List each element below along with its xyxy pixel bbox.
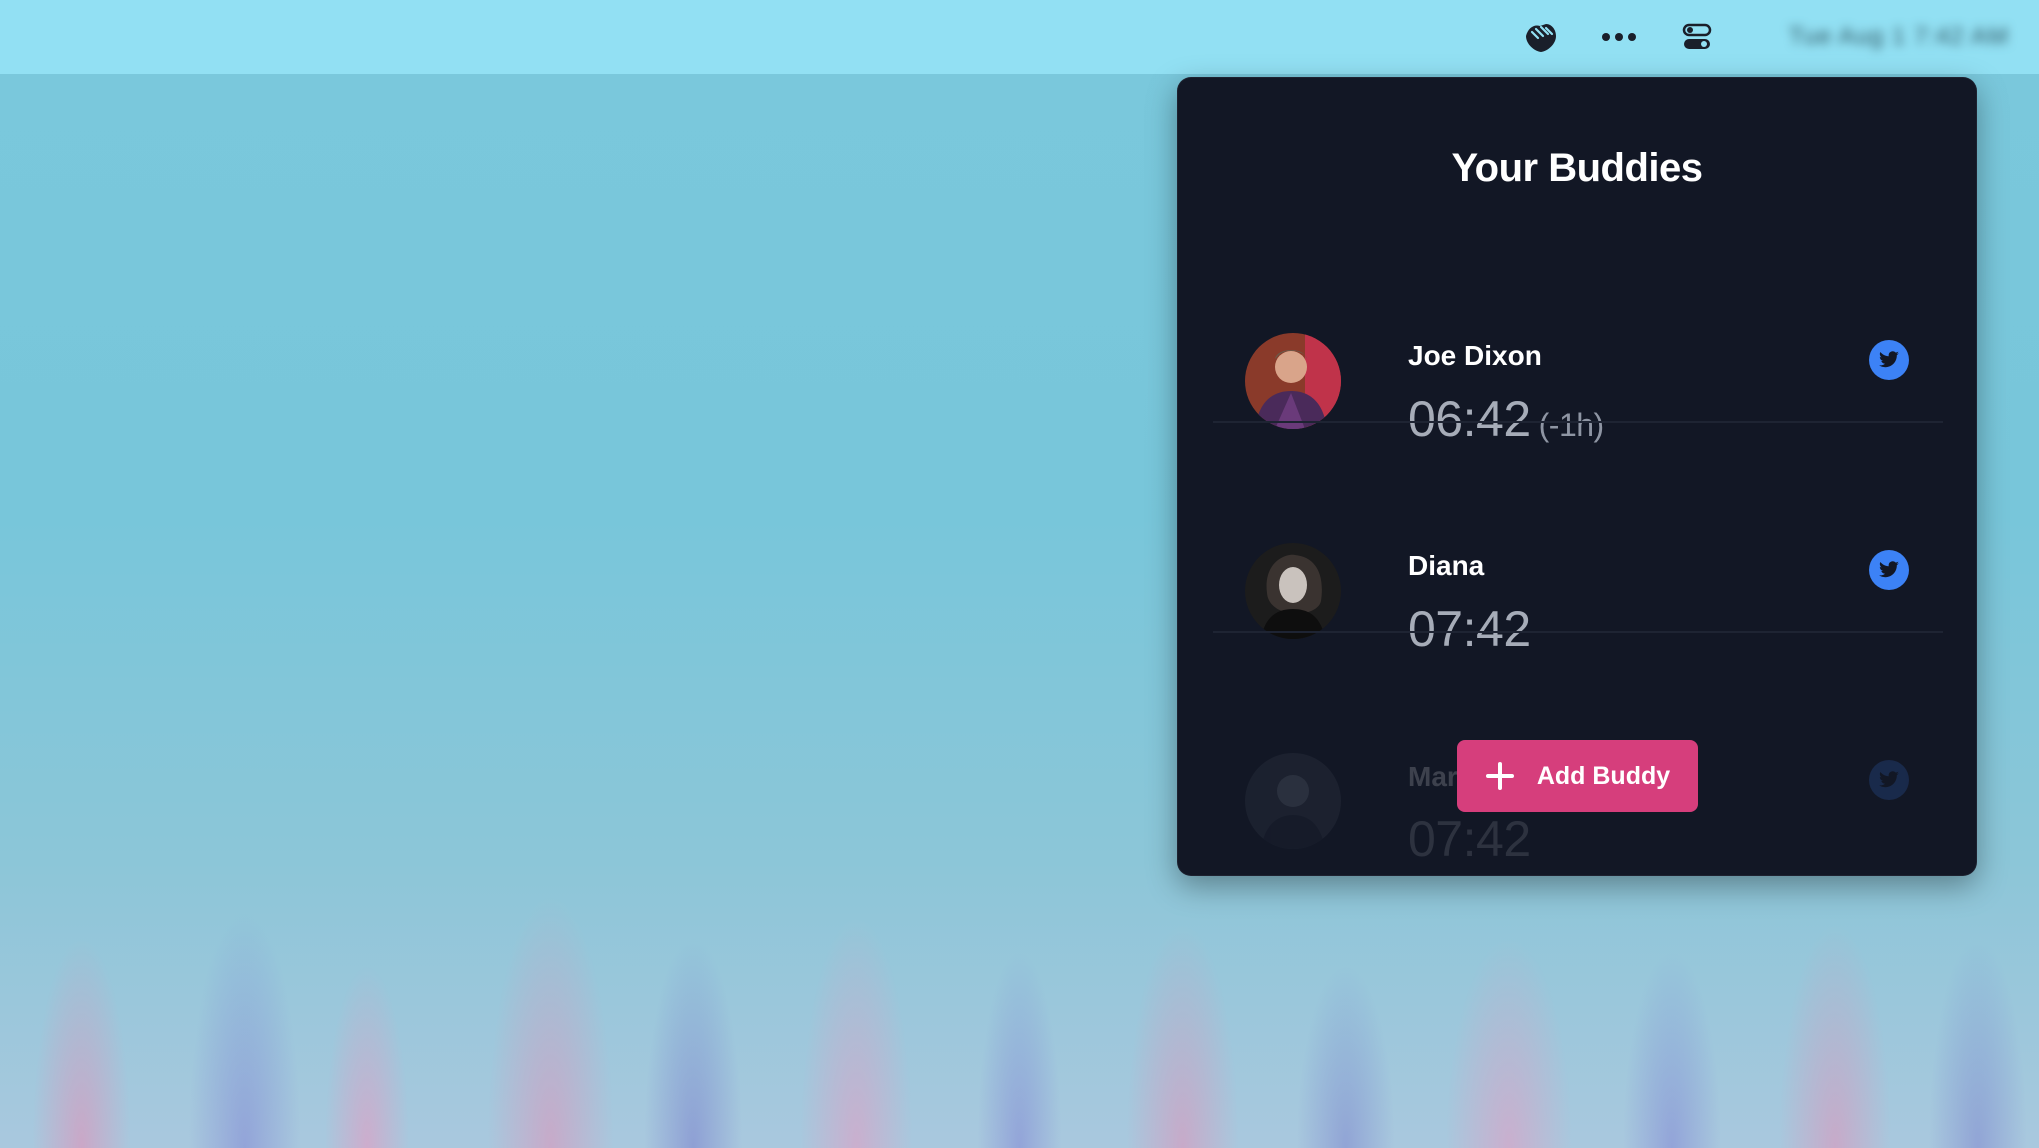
twitter-icon[interactable] (1869, 340, 1909, 380)
control-center-icon[interactable] (1677, 17, 1717, 57)
buddy-local-time: 06:42 (1408, 391, 1531, 447)
buddy-time: 06:42 (-1h) (1408, 390, 1604, 448)
buddy-time-offset: (-1h) (1538, 407, 1605, 443)
buddy-local-time: 07:42 (1408, 811, 1531, 867)
menu-bar-clock[interactable]: Tue Aug 1 7:42 AM (1769, 23, 2009, 51)
add-buddy-label: Add Buddy (1536, 761, 1671, 790)
buddy-local-time: 07:42 (1408, 601, 1531, 657)
plus-icon (1485, 762, 1514, 790)
twitter-icon[interactable] (1869, 760, 1909, 800)
divider (1213, 631, 1943, 633)
twitter-icon[interactable] (1869, 550, 1909, 590)
avatar (1245, 543, 1341, 639)
buddy-time: 07:42 (1408, 810, 1531, 868)
buddy-time: 07:42 (1408, 600, 1531, 658)
buddy-name: Joe Dixon (1408, 340, 1542, 371)
avatar (1245, 333, 1341, 429)
buddies-popover: Your Buddies Joe Dixon 06:42 (-1h) Diana… (1177, 77, 1977, 876)
divider (1213, 421, 1943, 423)
avatar (1245, 753, 1341, 849)
add-buddy-button[interactable]: Add Buddy (1457, 740, 1698, 812)
buddy-name: Diana (1408, 550, 1485, 581)
buddy-row-joe-dixon[interactable]: Joe Dixon 06:42 (-1h) (1213, 278, 1943, 488)
menu-bar: Tue Aug 1 7:42 AM (0, 0, 2039, 74)
handshake-icon[interactable] (1521, 17, 1561, 57)
buddy-row-diana[interactable]: Diana 07:42 (1213, 488, 1943, 698)
popover-title: Your Buddies (1451, 146, 1703, 190)
more-icon[interactable] (1599, 17, 1639, 57)
